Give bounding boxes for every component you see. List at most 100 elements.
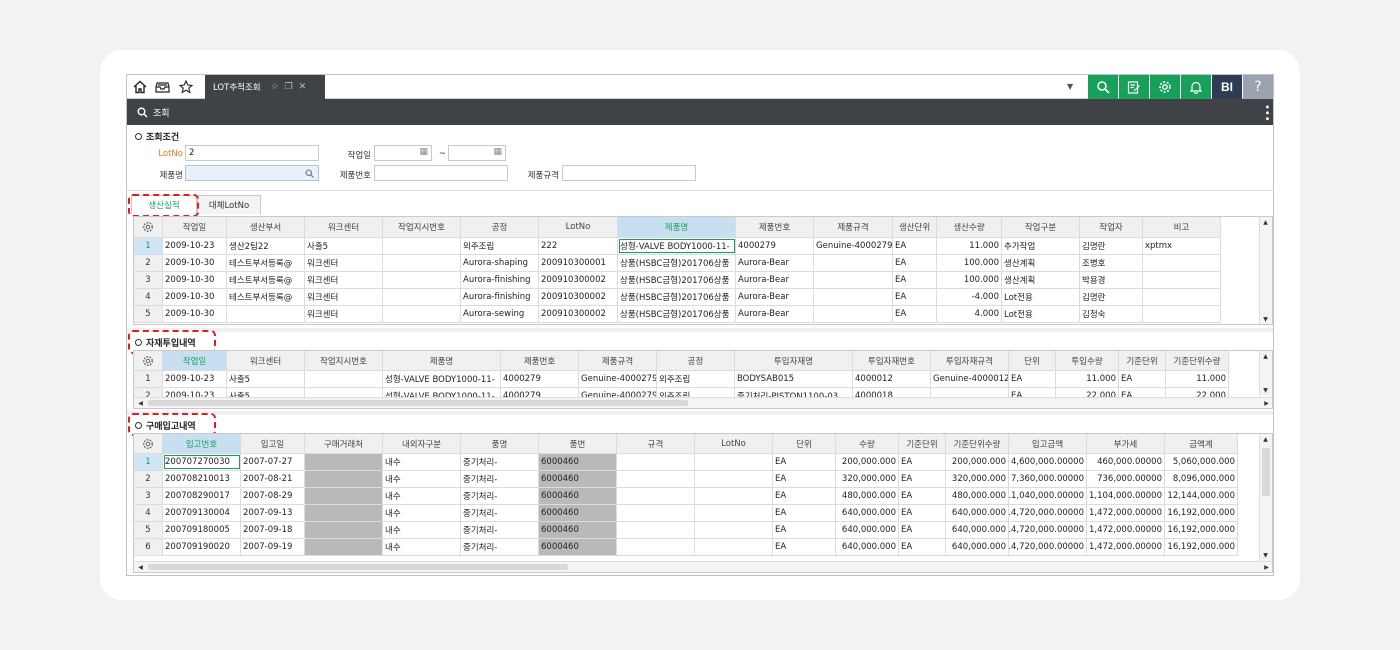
- table-cell[interactable]: EA: [899, 454, 946, 470]
- table-cell[interactable]: 200,000.000: [946, 454, 1009, 470]
- column-header[interactable]: 작업지시번호: [383, 217, 461, 237]
- column-header[interactable]: 제품번호: [501, 351, 579, 370]
- scroll-down-icon[interactable]: ▼: [1260, 387, 1271, 394]
- purchase-grid[interactable]: 입고번호 입고일 구매거래처 내외자구분 품명 품번 규격 LotNo 단위 수량 기준단위 기준단위…: [133, 433, 1273, 573]
- table-cell[interactable]: 2009-10-30: [163, 272, 227, 288]
- table-cell[interactable]: 640,000.000: [836, 522, 899, 538]
- table-cell[interactable]: EA: [893, 272, 937, 288]
- table-cell[interactable]: 480,000.000: [946, 488, 1009, 504]
- table-cell[interactable]: 6000460: [539, 505, 617, 521]
- table-cell[interactable]: 12,144,000.000: [1165, 488, 1238, 504]
- table-cell[interactable]: EA: [773, 539, 836, 555]
- table-cell[interactable]: 사출5: [227, 371, 305, 387]
- table-cell[interactable]: [695, 454, 773, 470]
- column-header[interactable]: 제품번호: [736, 217, 814, 237]
- edit-button[interactable]: [1119, 75, 1149, 99]
- row-number[interactable]: 2: [134, 255, 163, 271]
- table-cell[interactable]: 2007-09-18: [241, 522, 305, 538]
- table-cell[interactable]: 16,192,000.000: [1165, 505, 1238, 521]
- table-cell[interactable]: 5,060,000.000: [1165, 454, 1238, 470]
- workdate-from-input[interactable]: ▦: [374, 145, 432, 161]
- table-cell[interactable]: Aurora-Bear: [736, 289, 814, 305]
- table-row[interactable]: 5 2009-10-30 워크센터 Aurora-sewing 200910300002…: [134, 306, 1221, 323]
- table-cell[interactable]: [814, 306, 893, 322]
- table-cell[interactable]: 320,000.000: [836, 471, 899, 487]
- table-cell[interactable]: 생산2팀22: [227, 238, 305, 254]
- row-number[interactable]: 3: [134, 272, 163, 288]
- workdate-to-input[interactable]: ▦: [448, 145, 506, 161]
- horizontal-scrollbar[interactable]: ◀ ▶: [134, 561, 1272, 572]
- table-cell[interactable]: 박용경: [1080, 272, 1143, 288]
- table-cell[interactable]: 1,472,000.00000: [1087, 522, 1165, 538]
- product-no-input[interactable]: [374, 165, 508, 181]
- table-cell[interactable]: 640,000.000: [836, 505, 899, 521]
- table-cell[interactable]: 내수: [383, 471, 461, 487]
- table-row[interactable]: 1 2009-10-23 생산2팀22 사출5 외주조립 222 성형-VALVE BODY…: [134, 238, 1221, 255]
- table-cell[interactable]: 11.000: [1166, 371, 1229, 387]
- row-number[interactable]: 4: [134, 505, 163, 521]
- settings-button[interactable]: [1150, 75, 1180, 99]
- table-cell[interactable]: 200709180005: [163, 522, 241, 538]
- search-icon[interactable]: [305, 169, 314, 178]
- table-cell[interactable]: EA: [773, 522, 836, 538]
- table-cell[interactable]: 워크센터: [305, 306, 383, 322]
- column-header[interactable]: 제품규격: [579, 351, 657, 370]
- table-cell[interactable]: 2009-10-30: [163, 255, 227, 271]
- table-cell[interactable]: 6000460: [539, 522, 617, 538]
- table-cell[interactable]: 테스트부서등록@: [227, 272, 305, 288]
- table-cell[interactable]: EA: [893, 238, 937, 254]
- column-header[interactable]: 입고금액: [1009, 434, 1087, 453]
- table-cell[interactable]: 1,104,000.00000: [1087, 488, 1165, 504]
- column-header[interactable]: 비고: [1143, 217, 1221, 237]
- table-cell[interactable]: 성형-VALVE BODY1000-11-: [383, 371, 501, 387]
- column-header[interactable]: 작업일: [163, 217, 227, 237]
- table-cell[interactable]: 2009-10-30: [163, 306, 227, 322]
- tab-lot-trace[interactable]: LOT추적조회 ☆ ❐ ✕: [205, 75, 325, 99]
- table-cell[interactable]: 2007-07-27: [241, 454, 305, 470]
- table-cell[interactable]: Lot전용: [1002, 306, 1080, 322]
- column-settings-icon[interactable]: [134, 434, 163, 453]
- scroll-down-icon[interactable]: ▼: [1260, 316, 1271, 323]
- table-cell[interactable]: 2009-10-23: [163, 238, 227, 254]
- table-cell[interactable]: [305, 539, 383, 555]
- table-cell[interactable]: [383, 289, 461, 305]
- bi-button[interactable]: BI: [1212, 75, 1242, 99]
- column-header[interactable]: 생산단위: [893, 217, 937, 237]
- lotno-input[interactable]: 2: [185, 145, 319, 161]
- column-header[interactable]: 금액계: [1165, 434, 1238, 453]
- table-cell[interactable]: [695, 522, 773, 538]
- table-cell[interactable]: [305, 505, 383, 521]
- table-row[interactable]: 5 200709180005 2007-09-18 내수 중기처리- 6000460 EA 6…: [134, 522, 1238, 539]
- scroll-thumb[interactable]: [1262, 448, 1270, 496]
- table-cell[interactable]: [1143, 289, 1221, 305]
- table-cell[interactable]: 2007-08-29: [241, 488, 305, 504]
- column-header[interactable]: 기준단위: [899, 434, 946, 453]
- table-cell[interactable]: [1143, 272, 1221, 288]
- table-cell[interactable]: 외주조립: [657, 371, 735, 387]
- table-cell[interactable]: [305, 371, 383, 387]
- table-cell[interactable]: [695, 539, 773, 555]
- table-cell[interactable]: EA: [1119, 371, 1166, 387]
- column-settings-icon[interactable]: [134, 217, 163, 237]
- panel-splitter[interactable]: [127, 411, 1273, 415]
- table-cell[interactable]: 4,600,000.00000: [1009, 454, 1087, 470]
- table-row[interactable]: 6 200709190020 2007-09-19 내수 중기처리- 6000460 EA 6…: [134, 539, 1238, 556]
- column-header[interactable]: 입고번호: [163, 434, 241, 453]
- scroll-left-icon[interactable]: ◀: [135, 400, 146, 407]
- table-cell[interactable]: 200910300002: [539, 289, 618, 305]
- calendar-icon[interactable]: ▦: [419, 147, 428, 157]
- table-cell[interactable]: Genuine-4000279: [579, 371, 657, 387]
- table-cell[interactable]: [1143, 255, 1221, 271]
- column-header[interactable]: 품명: [461, 434, 539, 453]
- table-cell[interactable]: [695, 471, 773, 487]
- search-button[interactable]: [1088, 75, 1118, 99]
- production-grid[interactable]: 작업일 생산부서 워크센터 작업지시번호 공정 LotNo 제품명 제품번호 제품규격 생산단위 생…: [133, 216, 1273, 325]
- table-row[interactable]: 4 2009-10-30 테스트부서등록@ 워크센터 Aurora-finishing 2…: [134, 289, 1221, 306]
- scroll-right-icon[interactable]: ▶: [1261, 400, 1272, 407]
- scroll-left-icon[interactable]: ◀: [135, 564, 146, 571]
- column-header[interactable]: 부가세: [1087, 434, 1165, 453]
- table-cell[interactable]: EA: [773, 454, 836, 470]
- table-cell[interactable]: 640,000.000: [946, 539, 1009, 555]
- table-cell[interactable]: EA: [773, 471, 836, 487]
- table-cell[interactable]: 200707270030: [163, 454, 241, 470]
